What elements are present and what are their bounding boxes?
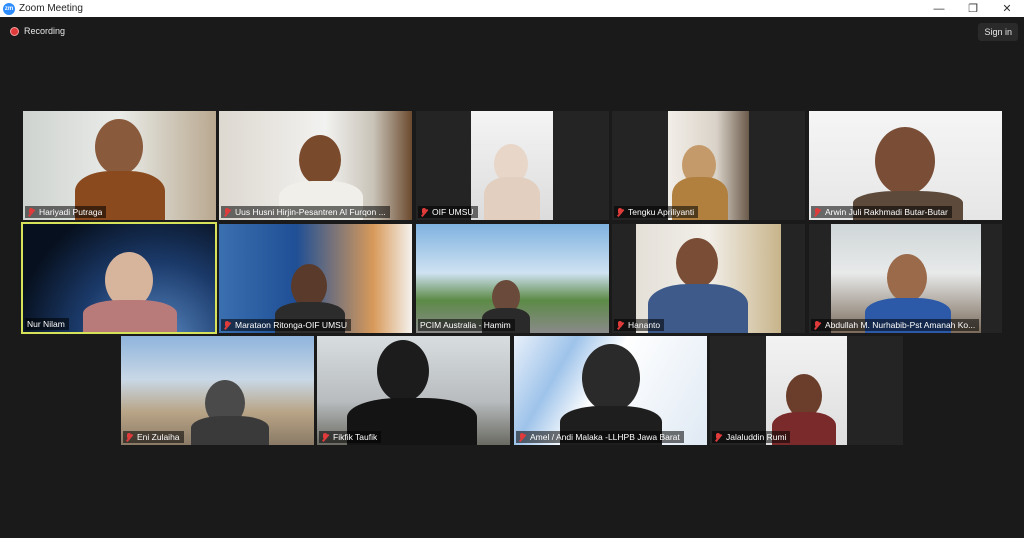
participant-name: Jalaluddin Rumi bbox=[726, 432, 787, 442]
participant-nametag: Uus Husni Hirjin-Pesantren Al Furqon ... bbox=[221, 206, 390, 218]
muted-mic-icon bbox=[714, 432, 722, 442]
participant-body bbox=[484, 177, 540, 220]
video-tile[interactable]: Fikfik Taufik bbox=[317, 336, 510, 445]
participant-name: Hariyadi Putraga bbox=[39, 207, 103, 217]
video-tile[interactable]: Jalaluddin Rumi bbox=[710, 336, 903, 445]
video-tile[interactable]: Tengku Apriliyanti bbox=[612, 111, 805, 220]
participant-nametag: Nur Nilam bbox=[25, 318, 69, 330]
participant-head bbox=[377, 340, 429, 402]
muted-mic-icon bbox=[321, 432, 329, 442]
video-tile[interactable]: Amel / Andi Malaka -LLHPB Jawa Barat bbox=[514, 336, 707, 445]
participant-head bbox=[299, 135, 341, 185]
close-button[interactable]: ✕ bbox=[990, 0, 1024, 17]
video-tile-active-speaker[interactable]: Nur Nilam bbox=[21, 222, 217, 334]
participant-nametag: Hananto bbox=[614, 319, 665, 331]
video-tile[interactable]: Marataon Ritonga-OIF UMSU bbox=[219, 224, 412, 333]
muted-mic-icon bbox=[616, 320, 624, 330]
participant-name: Tengku Apriliyanti bbox=[628, 207, 695, 217]
minimize-button[interactable]: — bbox=[922, 0, 956, 17]
video-tile[interactable]: Uus Husni Hirjin-Pesantren Al Furqon ... bbox=[219, 111, 412, 220]
participant-name: Fikfik Taufik bbox=[333, 432, 378, 442]
video-tile[interactable]: PCIM Australia - Hamim bbox=[416, 224, 609, 333]
video-tile[interactable]: Eni Zulaiha bbox=[121, 336, 314, 445]
participant-name: Marataon Ritonga-OIF UMSU bbox=[235, 320, 347, 330]
participant-head bbox=[676, 238, 718, 288]
participant-name: Arwin Juli Rakhmadi Butar-Butar bbox=[825, 207, 948, 217]
participant-name: PCIM Australia - Hamim bbox=[420, 320, 511, 330]
participant-head bbox=[887, 254, 927, 302]
participant-nametag: Arwin Juli Rakhmadi Butar-Butar bbox=[811, 206, 952, 218]
video-tile[interactable]: Hariyadi Putraga bbox=[23, 111, 216, 220]
video-tile[interactable]: Abdullah M. Nurhabib-Pst Amanah Ko... bbox=[809, 224, 1002, 333]
muted-mic-icon bbox=[420, 207, 428, 217]
window-title: Zoom Meeting bbox=[19, 3, 83, 14]
meeting-toolbar: Recording Sign in bbox=[0, 17, 1024, 47]
zoom-app-icon: zm bbox=[3, 2, 15, 15]
participant-name: Nur Nilam bbox=[27, 319, 65, 329]
muted-mic-icon bbox=[223, 320, 231, 330]
participant-name: Eni Zulaiha bbox=[137, 432, 180, 442]
video-tile[interactable]: OIF UMSU bbox=[416, 111, 609, 220]
muted-mic-icon bbox=[813, 320, 821, 330]
participant-nametag: OIF UMSU bbox=[418, 206, 478, 218]
participant-name: Hananto bbox=[628, 320, 661, 330]
participant-nametag: Jalaluddin Rumi bbox=[712, 431, 791, 443]
participant-nametag: Amel / Andi Malaka -LLHPB Jawa Barat bbox=[516, 431, 684, 443]
participant-nametag: Eni Zulaiha bbox=[123, 431, 184, 443]
video-tile[interactable]: Hananto bbox=[612, 224, 805, 333]
participant-nametag: PCIM Australia - Hamim bbox=[418, 319, 515, 331]
maximize-button[interactable]: ❐ bbox=[956, 0, 990, 17]
muted-mic-icon bbox=[813, 207, 821, 217]
window-controls: — ❐ ✕ bbox=[922, 0, 1024, 17]
recording-indicator[interactable]: Recording bbox=[10, 26, 65, 36]
participant-head bbox=[582, 344, 640, 412]
muted-mic-icon bbox=[27, 207, 35, 217]
participant-nametag: Abdullah M. Nurhabib-Pst Amanah Ko... bbox=[811, 319, 980, 331]
title-bar: zm Zoom Meeting — ❐ ✕ bbox=[0, 0, 1024, 17]
recording-icon bbox=[10, 26, 19, 36]
participant-body bbox=[83, 300, 177, 332]
sign-in-button[interactable]: Sign in bbox=[978, 23, 1018, 41]
recording-label: Recording bbox=[24, 26, 66, 36]
participant-head bbox=[875, 127, 935, 195]
participant-name: Amel / Andi Malaka -LLHPB Jawa Barat bbox=[530, 432, 680, 442]
participant-nametag: Marataon Ritonga-OIF UMSU bbox=[221, 319, 351, 331]
participant-nametag: Fikfik Taufik bbox=[319, 431, 382, 443]
participant-name: Uus Husni Hirjin-Pesantren Al Furqon ... bbox=[235, 207, 386, 217]
video-tile[interactable]: Arwin Juli Rakhmadi Butar-Butar bbox=[809, 111, 1002, 220]
muted-mic-icon bbox=[223, 207, 231, 217]
muted-mic-icon bbox=[616, 207, 624, 217]
participant-nametag: Tengku Apriliyanti bbox=[614, 206, 699, 218]
muted-mic-icon bbox=[518, 432, 526, 442]
participant-nametag: Hariyadi Putraga bbox=[25, 206, 107, 218]
muted-mic-icon bbox=[125, 432, 133, 442]
participant-name: Abdullah M. Nurhabib-Pst Amanah Ko... bbox=[825, 320, 976, 330]
participant-head bbox=[95, 119, 143, 175]
participant-name: OIF UMSU bbox=[432, 207, 474, 217]
participant-body bbox=[191, 416, 269, 445]
